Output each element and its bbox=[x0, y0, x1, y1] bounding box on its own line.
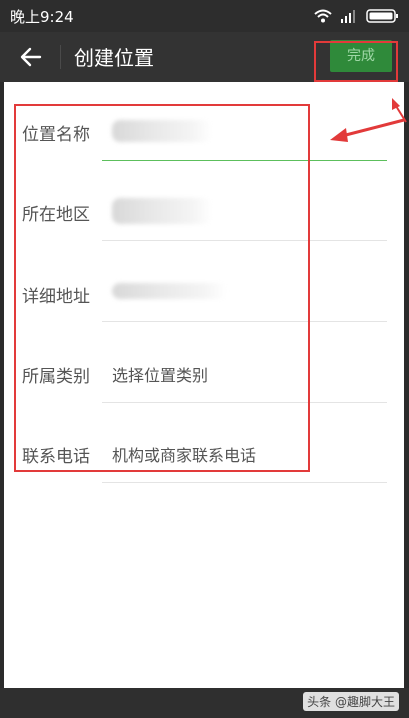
status-bar: 晚上9:24 bbox=[0, 0, 409, 32]
status-time: 晚上9:24 bbox=[10, 8, 74, 26]
page-title: 创建位置 bbox=[74, 46, 154, 70]
watermark: 头条 @趣脚大王 bbox=[303, 692, 399, 711]
wifi-icon bbox=[314, 9, 332, 23]
done-annotation-box bbox=[314, 41, 398, 82]
annotation-arrows bbox=[330, 98, 407, 142]
phone-screen: 晚上9:24 创建位置 完成 位置名称 所在地区 详细地址 所属类别 选择位置类… bbox=[0, 0, 409, 718]
form-annotation-box bbox=[14, 104, 310, 472]
battery-icon bbox=[366, 9, 398, 23]
arrow-left-icon[interactable] bbox=[18, 44, 44, 70]
row-underline bbox=[102, 482, 387, 483]
arrow-up-annotation-icon bbox=[392, 98, 407, 123]
app-bar-divider bbox=[60, 45, 61, 69]
arrow-left-annotation-icon bbox=[330, 118, 405, 142]
signal-icon bbox=[341, 10, 355, 23]
status-icons bbox=[314, 9, 398, 23]
